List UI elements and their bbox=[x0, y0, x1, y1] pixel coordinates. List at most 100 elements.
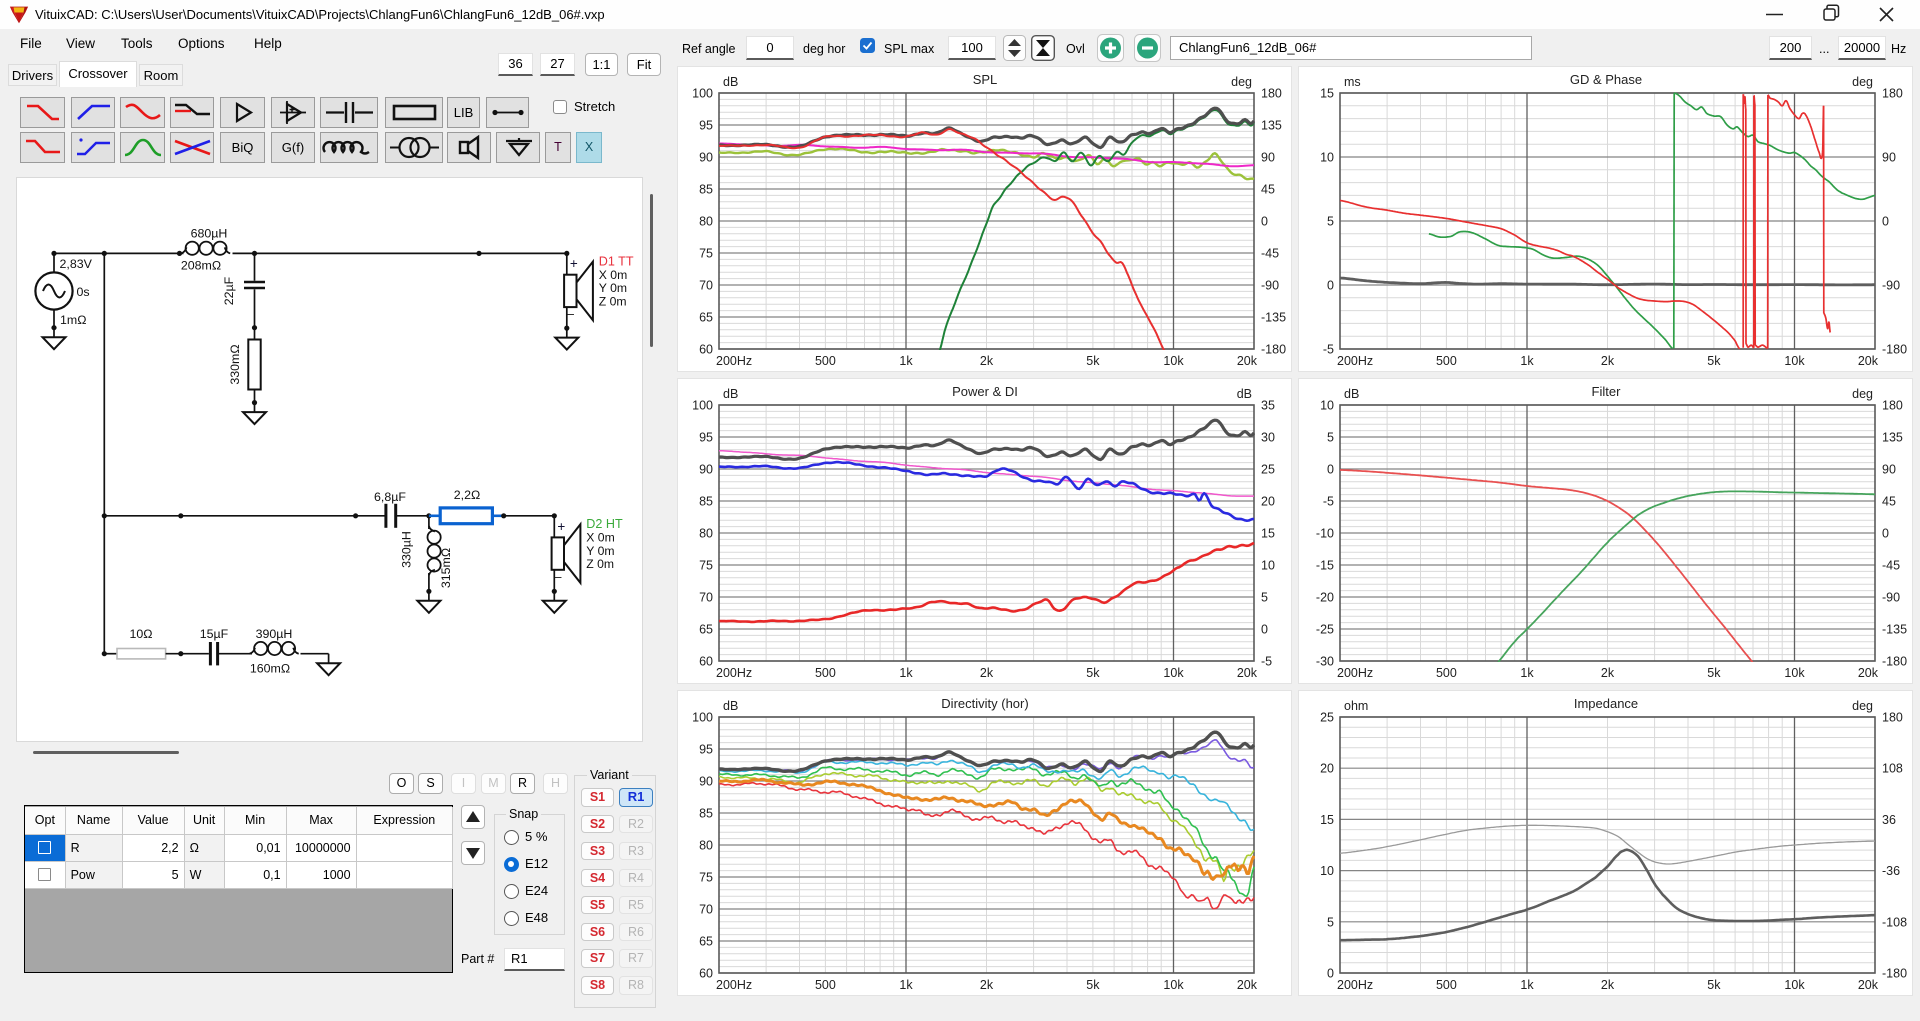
svg-text:90: 90 bbox=[699, 151, 713, 165]
svg-text:80: 80 bbox=[699, 839, 713, 853]
svg-text:108: 108 bbox=[1882, 762, 1903, 776]
svg-text:0: 0 bbox=[1882, 527, 1889, 541]
svg-text:10Ω: 10Ω bbox=[129, 627, 152, 641]
svg-text:dB: dB bbox=[1344, 387, 1359, 401]
svg-text:500: 500 bbox=[815, 666, 836, 680]
svg-text:60: 60 bbox=[699, 343, 713, 357]
svg-text:ms: ms bbox=[1344, 75, 1361, 89]
svg-text:10k: 10k bbox=[1784, 354, 1805, 368]
svg-text:90: 90 bbox=[699, 775, 713, 789]
svg-text:5k: 5k bbox=[1086, 666, 1100, 680]
svg-text:500: 500 bbox=[815, 354, 836, 368]
svg-text:2,83V: 2,83V bbox=[60, 257, 93, 271]
svg-text:208mΩ: 208mΩ bbox=[181, 259, 221, 273]
svg-text:180: 180 bbox=[1882, 87, 1903, 101]
svg-text:100: 100 bbox=[692, 711, 713, 725]
svg-text:D1 TT: D1 TT bbox=[599, 254, 634, 268]
svg-text:5: 5 bbox=[1261, 591, 1268, 605]
svg-text:45: 45 bbox=[1261, 183, 1275, 197]
svg-text:X 0m: X 0m bbox=[599, 268, 627, 282]
svg-text:500: 500 bbox=[815, 978, 836, 992]
svg-text:dB: dB bbox=[1237, 387, 1252, 401]
svg-text:85: 85 bbox=[699, 183, 713, 197]
svg-text:2k: 2k bbox=[1601, 978, 1615, 992]
svg-text:200Hz: 200Hz bbox=[716, 666, 752, 680]
svg-text:1k: 1k bbox=[1520, 666, 1534, 680]
svg-text:330µH: 330µH bbox=[400, 531, 414, 568]
svg-text:500: 500 bbox=[1436, 978, 1457, 992]
svg-text:-20: -20 bbox=[1316, 591, 1334, 605]
svg-text:10k: 10k bbox=[1163, 666, 1184, 680]
svg-text:25: 25 bbox=[1320, 711, 1334, 725]
svg-text:1k: 1k bbox=[899, 978, 913, 992]
svg-text:80: 80 bbox=[699, 215, 713, 229]
svg-text:2k: 2k bbox=[980, 978, 994, 992]
svg-text:Impedance: Impedance bbox=[1574, 696, 1638, 711]
svg-text:390µH: 390µH bbox=[256, 627, 293, 641]
svg-text:20: 20 bbox=[1320, 762, 1334, 776]
svg-text:135: 135 bbox=[1882, 431, 1903, 445]
svg-text:0: 0 bbox=[1261, 623, 1268, 637]
svg-text:60: 60 bbox=[699, 967, 713, 981]
svg-text:5: 5 bbox=[1327, 431, 1334, 445]
svg-text:Filter: Filter bbox=[1592, 384, 1622, 399]
svg-text:500: 500 bbox=[1436, 666, 1457, 680]
svg-text:10k: 10k bbox=[1784, 978, 1805, 992]
svg-text:20k: 20k bbox=[1858, 354, 1879, 368]
svg-text:0: 0 bbox=[1327, 967, 1334, 981]
svg-text:5k: 5k bbox=[1086, 354, 1100, 368]
svg-text:75: 75 bbox=[699, 559, 713, 573]
svg-text:Y 0m: Y 0m bbox=[599, 281, 627, 295]
svg-text:65: 65 bbox=[699, 935, 713, 949]
svg-text:10: 10 bbox=[1261, 559, 1275, 573]
svg-text:20: 20 bbox=[1261, 495, 1275, 509]
svg-text:Y 0m: Y 0m bbox=[586, 544, 614, 558]
svg-text:-108: -108 bbox=[1882, 915, 1907, 929]
svg-text:GD & Phase: GD & Phase bbox=[1570, 72, 1642, 87]
svg-text:65: 65 bbox=[699, 623, 713, 637]
svg-text:180: 180 bbox=[1882, 399, 1903, 413]
svg-text:5k: 5k bbox=[1086, 978, 1100, 992]
svg-text:70: 70 bbox=[699, 591, 713, 605]
svg-text:180: 180 bbox=[1882, 711, 1903, 725]
svg-text:-30: -30 bbox=[1316, 655, 1334, 669]
svg-text:5k: 5k bbox=[1707, 978, 1721, 992]
svg-text:90: 90 bbox=[1882, 151, 1896, 165]
svg-text:95: 95 bbox=[699, 743, 713, 757]
svg-text:0: 0 bbox=[1261, 215, 1268, 229]
svg-text:Directivity (hor): Directivity (hor) bbox=[941, 696, 1028, 711]
svg-text:90: 90 bbox=[1261, 151, 1275, 165]
svg-text:15: 15 bbox=[1320, 87, 1334, 101]
svg-text:5: 5 bbox=[1327, 915, 1334, 929]
svg-text:60: 60 bbox=[699, 655, 713, 669]
svg-text:10k: 10k bbox=[1784, 666, 1805, 680]
svg-text:-90: -90 bbox=[1882, 279, 1900, 293]
svg-text:Power & DI: Power & DI bbox=[952, 384, 1018, 399]
svg-text:70: 70 bbox=[699, 903, 713, 917]
svg-text:-180: -180 bbox=[1882, 343, 1907, 357]
svg-text:-180: -180 bbox=[1261, 343, 1286, 357]
svg-text:160mΩ: 160mΩ bbox=[250, 662, 290, 676]
svg-text:Z 0m: Z 0m bbox=[599, 294, 627, 308]
svg-text:6,8µF: 6,8µF bbox=[374, 490, 406, 504]
svg-text:X 0m: X 0m bbox=[586, 531, 614, 545]
svg-text:–: – bbox=[567, 306, 575, 321]
svg-text:deg: deg bbox=[1852, 387, 1873, 401]
svg-text:2,2Ω: 2,2Ω bbox=[454, 488, 481, 502]
svg-text:75: 75 bbox=[699, 871, 713, 885]
svg-text:2k: 2k bbox=[1601, 666, 1615, 680]
svg-text:200Hz: 200Hz bbox=[1337, 354, 1373, 368]
svg-text:-45: -45 bbox=[1882, 559, 1900, 573]
svg-text:20k: 20k bbox=[1858, 666, 1879, 680]
svg-text:75: 75 bbox=[699, 247, 713, 261]
svg-text:35: 35 bbox=[1261, 399, 1275, 413]
svg-text:-5: -5 bbox=[1323, 495, 1334, 509]
svg-text:-10: -10 bbox=[1316, 527, 1334, 541]
svg-text:0: 0 bbox=[1327, 279, 1334, 293]
svg-text:200Hz: 200Hz bbox=[1337, 666, 1373, 680]
svg-text:0s: 0s bbox=[77, 285, 90, 299]
svg-text:-135: -135 bbox=[1882, 623, 1907, 637]
svg-text:85: 85 bbox=[699, 807, 713, 821]
svg-text:100: 100 bbox=[692, 399, 713, 413]
svg-text:22µF: 22µF bbox=[222, 276, 236, 305]
